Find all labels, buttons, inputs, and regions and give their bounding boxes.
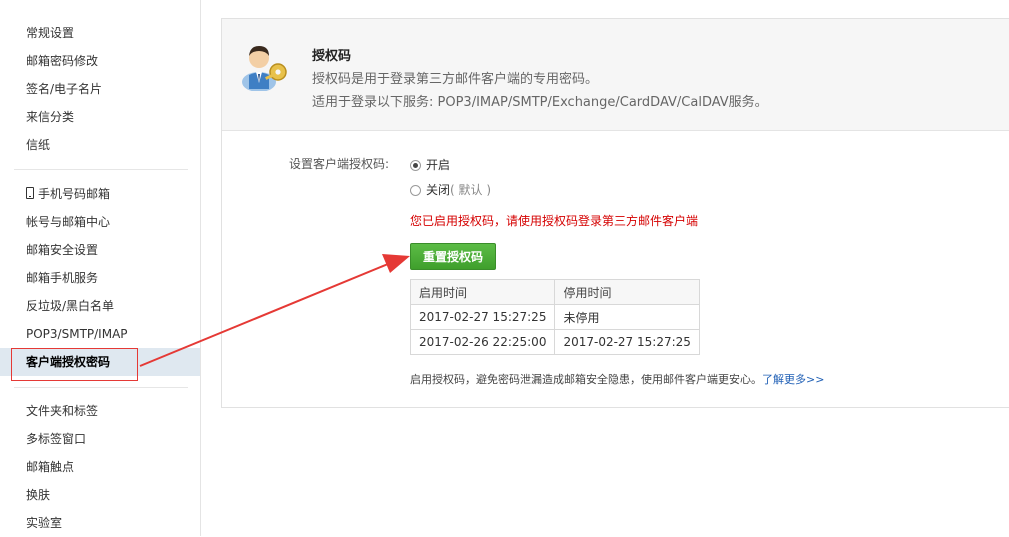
mobile-phone-icon xyxy=(26,187,34,199)
radio-enable[interactable]: 开启 xyxy=(410,156,450,173)
sidebar-item-skin[interactable]: 换肤 xyxy=(0,481,200,509)
table-row: 2017-02-27 15:27:25 未停用 xyxy=(409,304,700,330)
sidebar-item-mobile-service[interactable]: 邮箱手机服务 xyxy=(0,264,200,292)
panel-services-description: 适用于登录以下服务: POP3/IMAP/SMTP/Exchange/CardD… xyxy=(312,95,768,110)
sidebar-item-phone-mailbox[interactable]: 手机号码邮箱 xyxy=(0,180,200,208)
radio-enable-label: 开启 xyxy=(426,158,451,172)
sidebar-item-folders-labels[interactable]: 文件夹和标签 xyxy=(0,397,200,425)
sidebar-item-touchpoints[interactable]: 邮箱触点 xyxy=(0,453,200,481)
table-row: 2017-02-26 22:25:00 2017-02-27 15:27:25 xyxy=(409,329,700,355)
sidebar-item-client-auth-code[interactable]: 客户端授权密码 xyxy=(0,348,200,376)
footer-tip: 启用授权码，避免密码泄漏造成邮箱安全隐患，使用邮件客户端更安心。了解更多>> xyxy=(410,371,824,387)
sidebar-divider xyxy=(14,169,188,170)
sidebar-divider xyxy=(14,387,188,388)
sidebar-item-security[interactable]: 邮箱安全设置 xyxy=(0,236,200,264)
panel-title: 授权码 xyxy=(312,49,352,64)
settings-sidebar: 常规设置 邮箱密码修改 签名/电子名片 来信分类 信纸 手机号码邮箱 帐号与邮箱… xyxy=(0,0,201,536)
table-cell: 2017-02-27 15:27:25 xyxy=(554,329,700,355)
radio-default-note: ( 默认 ) xyxy=(450,183,492,197)
sidebar-item-signature[interactable]: 签名/电子名片 xyxy=(0,75,200,103)
auth-code-enabled-notice: 您已启用授权码，请使用授权码登录第三方邮件客户端 xyxy=(410,214,699,228)
footer-tip-text: 启用授权码，避免密码泄漏造成邮箱安全隐患，使用邮件客户端更安心。 xyxy=(410,373,762,386)
user-key-icon xyxy=(242,46,287,91)
table-cell: 2017-02-26 22:25:00 xyxy=(409,329,556,355)
column-header-enabled-time: 启用时间 xyxy=(409,279,556,305)
table-cell: 未停用 xyxy=(554,304,700,330)
auth-code-panel: 授权码 授权码是用于登录第三方邮件客户端的专用密码。 适用于登录以下服务: PO… xyxy=(221,18,1009,408)
learn-more-link[interactable]: 了解更多>> xyxy=(762,373,824,386)
auth-code-setting-label: 设置客户端授权码: xyxy=(289,157,390,171)
sidebar-item-stationery[interactable]: 信纸 xyxy=(0,131,200,159)
sidebar-item-mail-rules[interactable]: 来信分类 xyxy=(0,103,200,131)
radio-checked-icon[interactable] xyxy=(410,160,421,171)
radio-disable-label: 关闭 xyxy=(426,183,451,197)
radio-unchecked-icon[interactable] xyxy=(410,185,421,196)
radio-disable[interactable]: 关闭( 默认 ) xyxy=(410,181,491,198)
sidebar-item-account-center[interactable]: 帐号与邮箱中心 xyxy=(0,208,200,236)
sidebar-item-antispam[interactable]: 反垃圾/黑白名单 xyxy=(0,292,200,320)
sidebar-item-pop3-smtp-imap[interactable]: POP3/SMTP/IMAP xyxy=(0,320,200,348)
table-cell: 2017-02-27 15:27:25 xyxy=(409,304,556,330)
auth-code-history-table: 启用时间 停用时间 2017-02-27 15:27:25 未停用 2017-0… xyxy=(409,279,700,355)
panel-description: 授权码是用于登录第三方邮件客户端的专用密码。 xyxy=(312,72,599,87)
reset-auth-code-button[interactable]: 重置授权码 xyxy=(410,243,496,270)
sidebar-item-password[interactable]: 邮箱密码修改 xyxy=(0,47,200,75)
sidebar-item-general[interactable]: 常规设置 xyxy=(0,19,200,47)
sidebar-item-labs[interactable]: 实验室 xyxy=(0,509,200,537)
table-header-row: 启用时间 停用时间 xyxy=(409,279,700,305)
panel-header: 授权码 授权码是用于登录第三方邮件客户端的专用密码。 适用于登录以下服务: PO… xyxy=(222,19,1009,131)
sidebar-item-multi-tab[interactable]: 多标签窗口 xyxy=(0,425,200,453)
column-header-disabled-time: 停用时间 xyxy=(554,279,700,305)
sidebar-item-label: 手机号码邮箱 xyxy=(38,187,111,201)
